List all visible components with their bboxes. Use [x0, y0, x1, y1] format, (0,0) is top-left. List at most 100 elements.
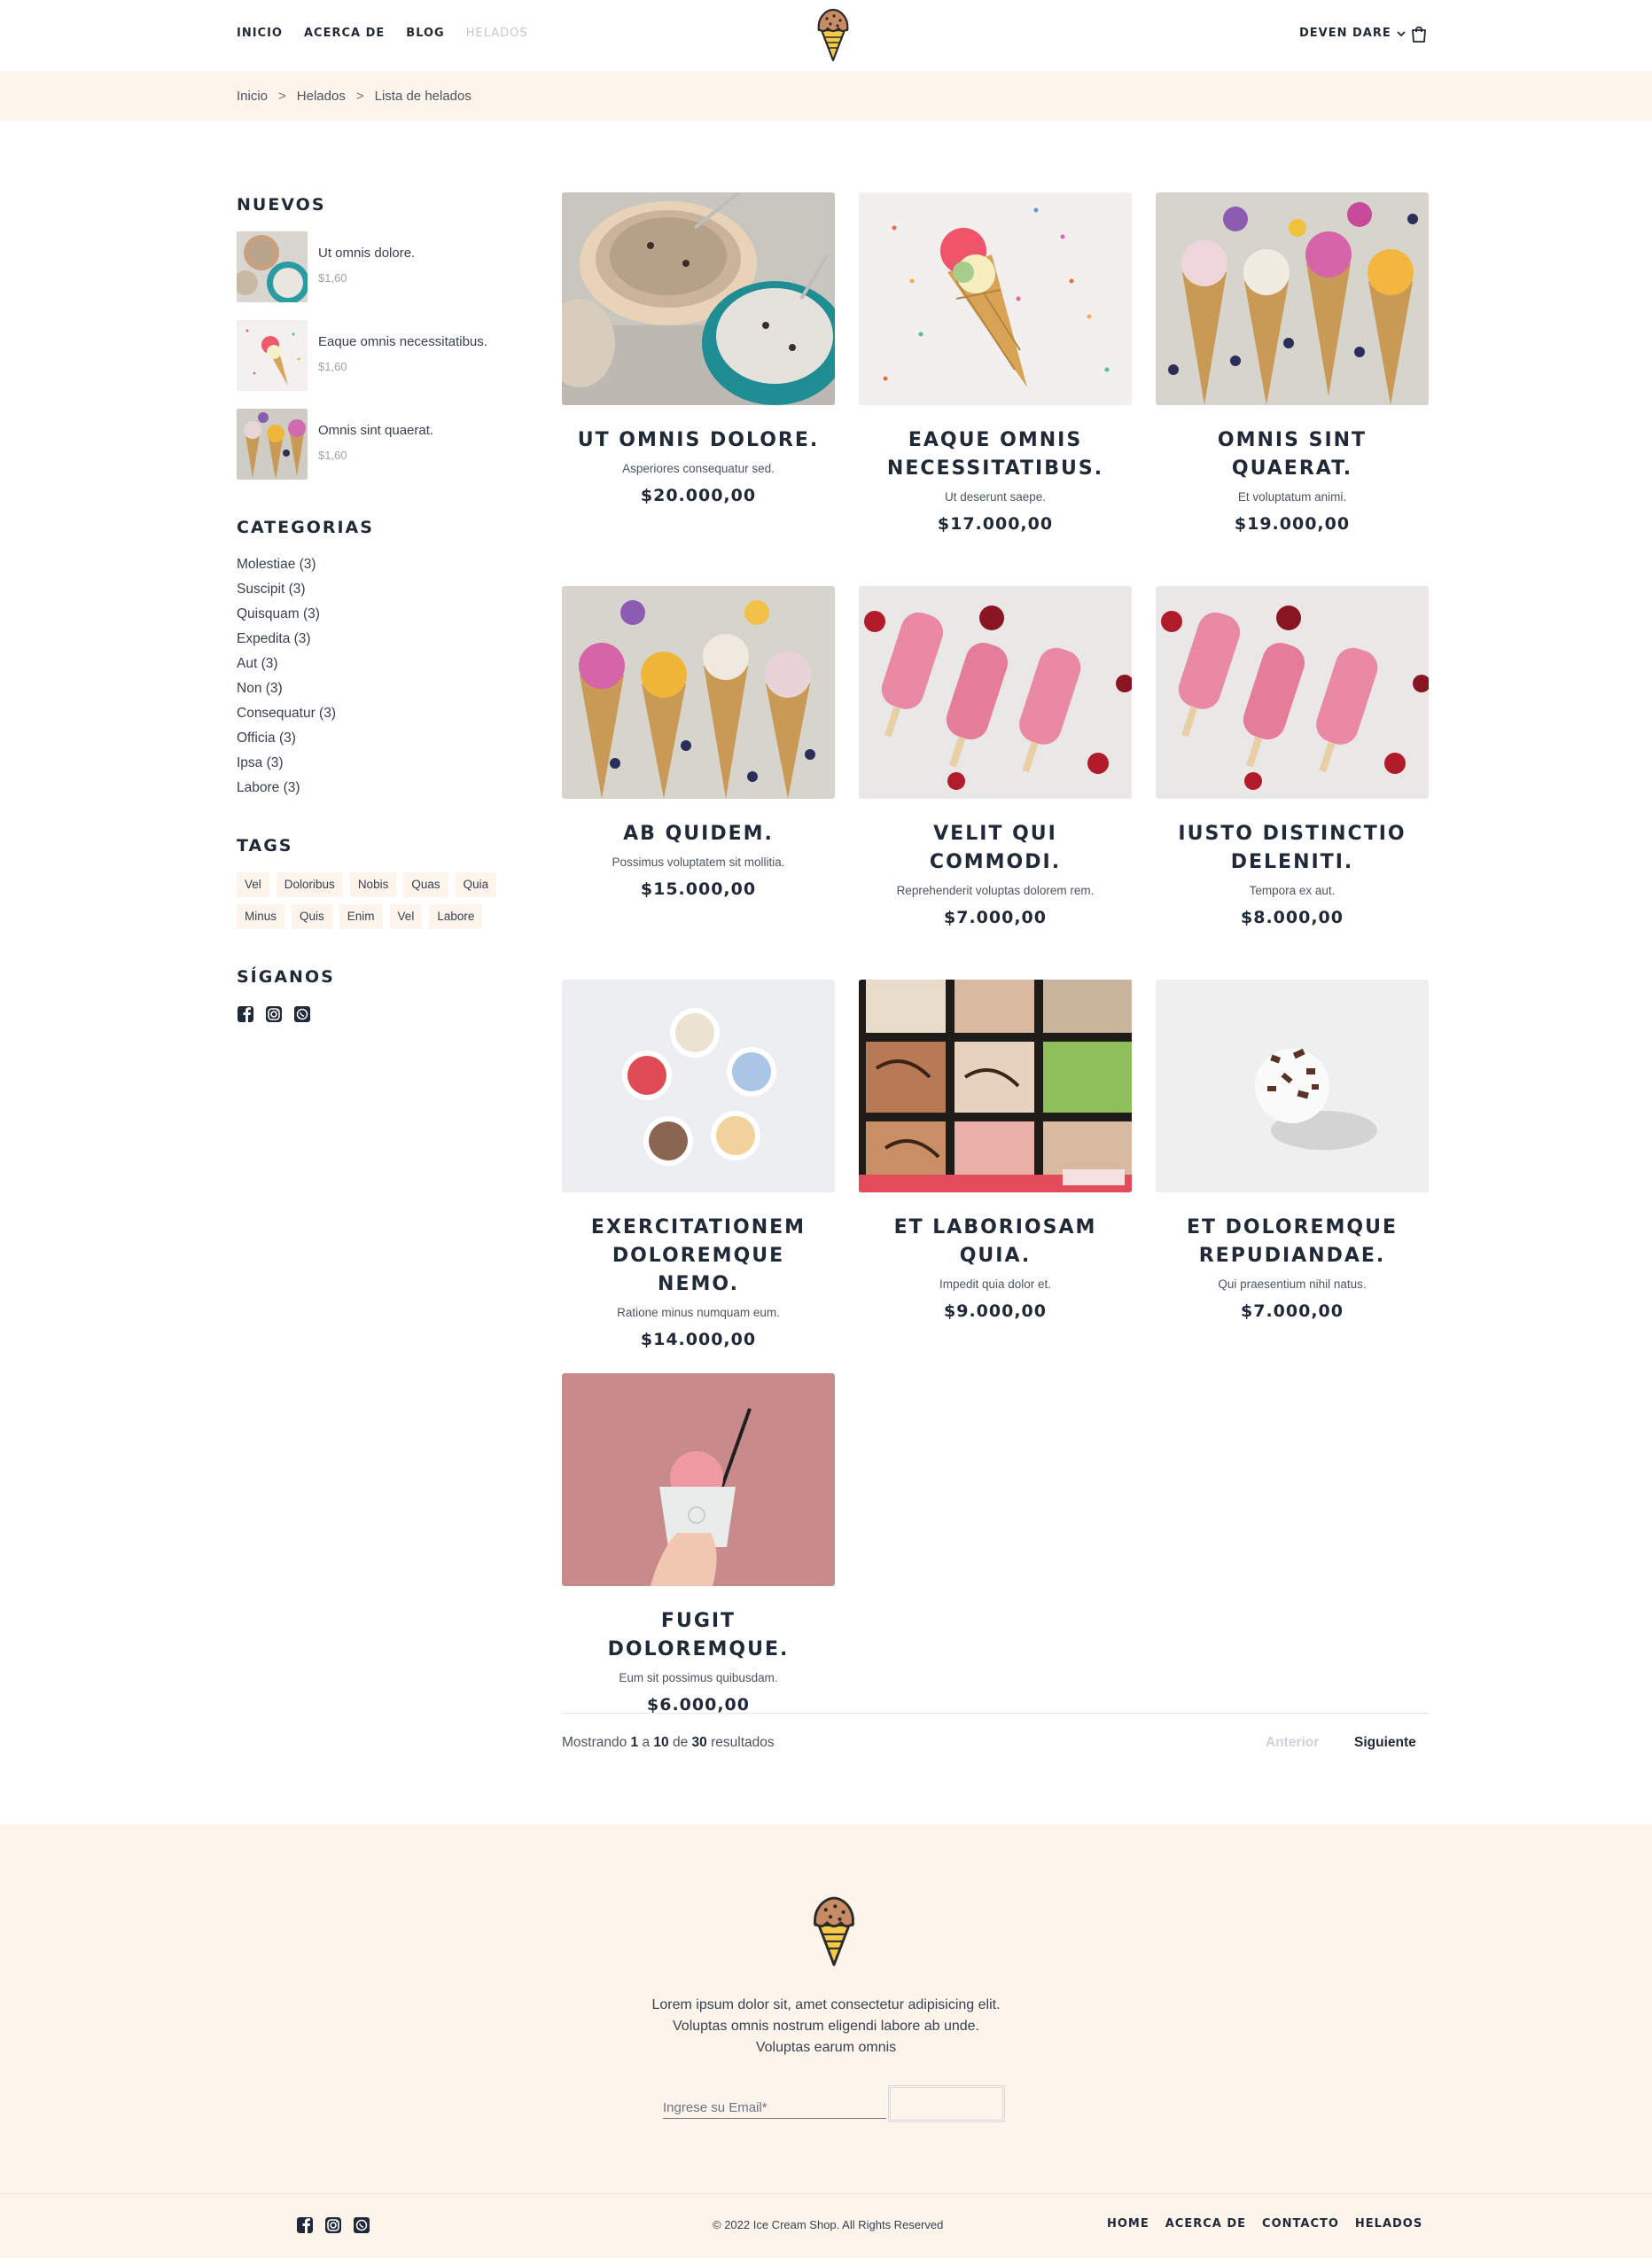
email-field[interactable] — [663, 2090, 886, 2119]
product-price: $19.000,00 — [1234, 514, 1351, 534]
tag[interactable]: Quis — [292, 904, 332, 929]
tag[interactable]: Vel — [389, 904, 423, 929]
tag[interactable]: Quas — [403, 872, 448, 897]
breadcrumb-inicio[interactable]: Inicio — [237, 89, 268, 104]
tags-title: TAGS — [237, 836, 293, 856]
results-count: Mostrando 1 a 10 de 30 resultados — [562, 1735, 775, 1751]
product-title[interactable]: OMNIS SINT QUAERAT. — [1156, 426, 1429, 483]
results-to: 10 — [653, 1735, 669, 1750]
product-image[interactable] — [859, 586, 1132, 799]
new-product-item[interactable]: Omnis sint quaerat. $1,60 — [237, 409, 538, 480]
instagram-icon[interactable] — [265, 1005, 283, 1023]
product-description: Eum sit possimus quibusdam. — [619, 1671, 778, 1684]
category-link[interactable]: Quisquam (3) — [237, 605, 336, 629]
product-title[interactable]: AB QUIDEM. — [562, 820, 835, 848]
product-image[interactable] — [562, 1373, 835, 1586]
next-page-button[interactable]: Siguiente — [1354, 1735, 1416, 1751]
product-card[interactable]: IUSTO DISTINCTIO DELENITI. Tempora ex au… — [1156, 586, 1429, 927]
new-product-price: $1,60 — [318, 271, 347, 285]
breadcrumb-helados[interactable]: Helados — [297, 89, 346, 104]
footer-link-helados[interactable]: HELADOS — [1355, 2217, 1422, 2231]
footer-link-contacto[interactable]: CONTACTO — [1262, 2217, 1339, 2231]
category-link[interactable]: Labore (3) — [237, 778, 336, 803]
category-link[interactable]: Molestiae (3) — [237, 555, 336, 580]
category-link[interactable]: Aut (3) — [237, 654, 336, 679]
new-product-item[interactable]: Eaque omnis necessitatibus. $1,60 — [237, 320, 538, 391]
product-card[interactable]: ET LABORIOSAM QUIA. Impedit quia dolor e… — [859, 980, 1132, 1321]
top-header: INICIO ACERCA DE BLOG HELADOS DEVEN DARE — [0, 0, 1652, 71]
subscribe-button[interactable] — [888, 2085, 1005, 2122]
product-card[interactable]: OMNIS SINT QUAERAT. Et voluptatum animi.… — [1156, 192, 1429, 534]
breadcrumb-separator: > — [355, 89, 364, 104]
tag[interactable]: Labore — [429, 904, 483, 929]
product-title[interactable]: VELIT QUI COMMODI. — [859, 820, 1132, 877]
results-prefix: Mostrando — [562, 1735, 627, 1750]
user-menu[interactable]: DEVEN DARE — [1299, 27, 1406, 40]
main-nav: INICIO ACERCA DE BLOG HELADOS — [237, 27, 528, 40]
nav-link-helados[interactable]: HELADOS — [466, 27, 528, 40]
product-title[interactable]: EAQUE OMNIS NECESSITATIBUS. — [859, 426, 1132, 483]
nav-link-inicio[interactable]: INICIO — [237, 27, 283, 40]
product-image[interactable] — [859, 192, 1132, 405]
product-image[interactable] — [1156, 980, 1429, 1192]
product-description: Reprehenderit voluptas dolorem rem. — [896, 884, 1095, 897]
facebook-icon[interactable] — [237, 1005, 254, 1023]
prev-page-button[interactable]: Anterior — [1266, 1735, 1319, 1751]
category-link[interactable]: Suscipit (3) — [237, 580, 336, 605]
product-image[interactable] — [859, 980, 1132, 1192]
product-card[interactable]: UT OMNIS DOLORE. Asperiores consequatur … — [562, 192, 835, 505]
category-link[interactable]: Consequatur (3) — [237, 704, 336, 729]
results-de: de — [672, 1735, 689, 1750]
product-price: $7.000,00 — [944, 908, 1047, 927]
product-card[interactable]: VELIT QUI COMMODI. Reprehenderit volupta… — [859, 586, 1132, 927]
product-title[interactable]: ET DOLOREMQUE REPUDIANDAE. — [1156, 1214, 1429, 1270]
product-price: $20.000,00 — [640, 486, 757, 505]
product-image[interactable] — [562, 980, 835, 1192]
whatsapp-icon[interactable] — [293, 1005, 311, 1023]
tag[interactable]: Doloribus — [276, 872, 343, 897]
nav-link-blog[interactable]: BLOG — [406, 27, 444, 40]
product-price: $6.000,00 — [647, 1695, 750, 1715]
breadcrumb-separator: > — [278, 89, 286, 104]
tag[interactable]: Vel — [237, 872, 269, 897]
product-card[interactable]: EAQUE OMNIS NECESSITATIBUS. Ut deserunt … — [859, 192, 1132, 534]
ice-cream-logo-icon[interactable] — [814, 7, 853, 62]
product-card[interactable]: FUGIT DOLOREMQUE. Eum sit possimus quibu… — [562, 1373, 835, 1715]
category-link[interactable]: Expedita (3) — [237, 629, 336, 654]
instagram-icon[interactable] — [324, 2216, 342, 2234]
shopping-bag-icon[interactable] — [1411, 25, 1427, 43]
product-image[interactable] — [562, 192, 835, 405]
results-suffix: resultados — [711, 1735, 775, 1750]
product-image[interactable] — [562, 586, 835, 799]
product-image[interactable] — [1156, 192, 1429, 405]
footer-divider — [0, 2193, 1652, 2194]
new-product-image — [237, 409, 308, 480]
product-title[interactable]: EXERCITATIONEM DOLOREMQUE NEMO. — [562, 1214, 835, 1299]
facebook-icon[interactable] — [296, 2216, 314, 2234]
new-product-item[interactable]: Ut omnis dolore. $1,60 — [237, 231, 538, 302]
ice-cream-logo-icon[interactable] — [808, 1894, 860, 1968]
product-card[interactable]: ET DOLOREMQUE REPUDIANDAE. Qui praesenti… — [1156, 980, 1429, 1321]
product-title[interactable]: IUSTO DISTINCTIO DELENITI. — [1156, 820, 1429, 877]
nav-link-acerca[interactable]: ACERCA DE — [304, 27, 385, 40]
category-link[interactable]: Non (3) — [237, 679, 336, 704]
product-price: $15.000,00 — [640, 879, 757, 899]
whatsapp-icon[interactable] — [353, 2216, 370, 2234]
product-title[interactable]: FUGIT DOLOREMQUE. — [562, 1607, 835, 1664]
category-link[interactable]: Officia (3) — [237, 729, 336, 754]
product-card[interactable]: AB QUIDEM. Possimus voluptatem sit molli… — [562, 586, 835, 899]
new-products-title: NUEVOS — [237, 195, 326, 215]
tag[interactable]: Minus — [237, 904, 285, 929]
tag[interactable]: Quia — [455, 872, 497, 897]
product-card[interactable]: EXERCITATIONEM DOLOREMQUE NEMO. Ratione … — [562, 980, 835, 1349]
product-title[interactable]: ET LABORIOSAM QUIA. — [859, 1214, 1132, 1270]
new-product-image — [237, 231, 308, 302]
category-link[interactable]: Ipsa (3) — [237, 754, 336, 778]
footer-nav: HOME ACERCA DE CONTACTO HELADOS — [1107, 2217, 1422, 2231]
footer-link-acerca[interactable]: ACERCA DE — [1165, 2217, 1246, 2231]
footer-link-home[interactable]: HOME — [1107, 2217, 1149, 2231]
tag[interactable]: Nobis — [349, 872, 397, 897]
product-image[interactable] — [1156, 586, 1429, 799]
tag[interactable]: Enim — [339, 904, 383, 929]
product-title[interactable]: UT OMNIS DOLORE. — [562, 426, 835, 455]
